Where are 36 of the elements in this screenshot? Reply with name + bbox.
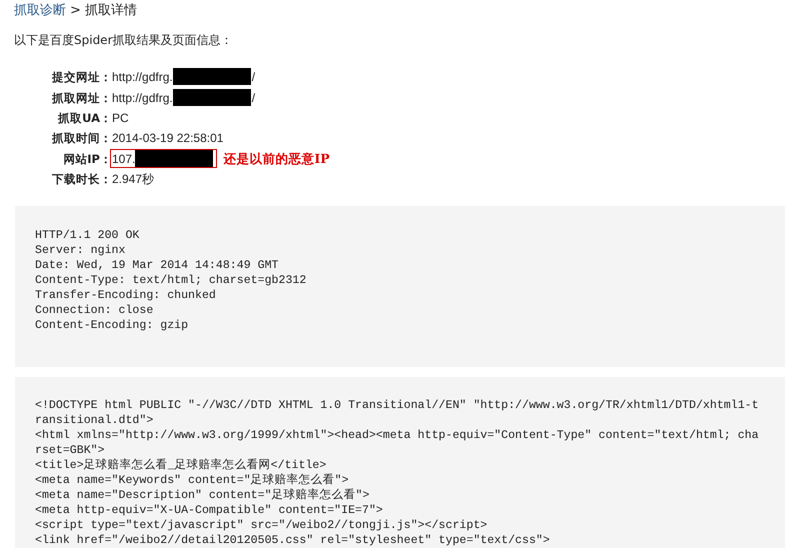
code-line: <meta http-equiv="X-UA-Compatible" content="IE=7"> — [35, 503, 383, 518]
code-line: ransitional.dtd"> — [35, 413, 154, 428]
intro-text: 以下是百度Spider抓取结果及页面信息： — [14, 32, 234, 49]
code-line: Content-Type: text/html; charset=gb2312 — [35, 273, 306, 288]
field-value: PC — [112, 110, 129, 126]
field-value: http://gdfrg. — [112, 68, 173, 84]
field-value: http://gdfrg. — [112, 90, 173, 106]
field-value: / — [252, 68, 256, 84]
code-line: <!DOCTYPE html PUBLIC "-//W3C//DTD XHTML 1.0 Transitional//EN" "http://www.w3.org/TR/xhtml1/DTD/xhtml1-t — [35, 398, 759, 413]
breadcrumb-separator: > — [70, 3, 81, 18]
code-line: <script type="text/javascript" src="/weibo2//tongji.js"></script> — [35, 518, 488, 533]
code-line: Content-Encoding: gzip — [35, 318, 188, 333]
field-label: 抓取网址： — [50, 90, 112, 106]
code-line: <meta name="Keywords" content="足球赔率怎么看"> — [35, 473, 349, 488]
field-label: 抓取UA： — [56, 110, 112, 127]
code-line: <meta name="Description" content="足球赔率怎么看"> — [35, 488, 370, 503]
code-line: Connection: close — [35, 303, 154, 318]
code-line: Date: Wed, 19 Mar 2014 14:48:49 GMT — [35, 258, 279, 273]
code-line: rset=GBK"> — [35, 443, 105, 458]
breadcrumb-current: 抓取详情 — [84, 2, 137, 19]
code-line: <html xmlns="http://www.w3.org/1999/xhtml"><head><meta http-equiv="Content-Type" content="text/html; cha — [35, 428, 759, 443]
code-line: Server: nginx — [35, 243, 126, 258]
code-line: <link href="/weibo2//detail20120505.css" rel="stylesheet" type="text/css"> — [35, 533, 550, 548]
code-line: Transfer-Encoding: chunked — [35, 288, 216, 303]
field-label: 下载时长： — [51, 171, 112, 188]
field-value: 107. — [112, 150, 136, 166]
field-label: 网站IP： — [62, 150, 112, 168]
breadcrumb-link[interactable]: 抓取诊断 — [14, 1, 66, 19]
field-label: 提交网址： — [50, 68, 112, 86]
code-line: HTTP/1.1 200 OK — [35, 228, 140, 243]
field-value: 2014-03-19 22:58:01 — [112, 130, 224, 146]
code-line: <title>足球赔率怎么看_足球赔率怎么看网</title> — [35, 458, 326, 473]
field-value: / — [252, 90, 256, 106]
field-value: 2.947秒 — [112, 171, 154, 187]
field-label: 抓取时间： — [50, 130, 112, 147]
annotation-text: 还是以前的恶意IP — [223, 150, 330, 168]
